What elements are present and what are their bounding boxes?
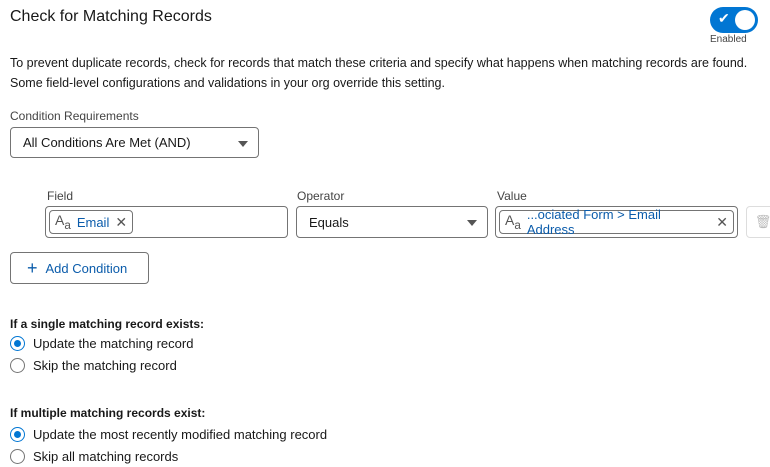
multiple-match-heading: If multiple matching records exist: [10,406,206,420]
pill-label: Email [76,214,110,230]
text-type-icon: Aa [505,212,521,232]
value-pill: Aa ...ociated Form > Email Address ✕ [499,207,734,237]
radio-label: Update the matching record [33,336,194,351]
operator-select[interactable]: Equals [296,206,488,238]
remove-icon[interactable]: ✕ [115,214,127,231]
chevron-down-icon [467,220,477,226]
text-type-icon: Aa [55,212,71,232]
condition-requirements-label: Condition Requirements [10,109,139,123]
button-label: Add Condition [45,260,128,276]
remove-icon[interactable]: ✕ [716,214,728,231]
operator-label: Operator [297,189,345,203]
value-label: Value [497,189,527,203]
field-label: Field [47,189,74,203]
condition-requirements-select[interactable]: All Conditions Are Met (AND) [10,127,259,158]
chevron-down-icon [238,141,248,147]
field-input[interactable]: Aa Email ✕ [45,206,288,238]
delete-condition-button[interactable]: 🗑 [746,206,770,238]
description: To prevent duplicate records, check for … [10,56,748,90]
radio-label: Update the most recently modified matchi… [33,427,328,442]
toggle-label: Enabled [710,34,747,45]
radio-label: Skip all matching records [33,449,179,464]
enabled-toggle[interactable]: ✔ [710,7,758,33]
radio-update-most-recent[interactable]: Update the most recently modified matchi… [10,427,327,442]
radio-skip-matching[interactable]: Skip the matching record [10,358,177,373]
section-title: Check for Matching Records [10,8,212,25]
check-icon: ✔ [718,10,730,26]
trash-icon: 🗑 [754,214,770,229]
pill-label: ...ociated Form > Email Address [526,207,661,237]
field-pill: Aa Email ✕ [49,210,134,234]
selected-value: Equals [309,215,349,230]
radio-update-matching[interactable]: Update the matching record [10,336,193,351]
value-input[interactable]: Aa ...ociated Form > Email Address ✕ [495,206,738,238]
radio-label: Skip the matching record [33,358,177,373]
radio-skip-all[interactable]: Skip all matching records [10,449,178,464]
add-condition-button[interactable]: + Add Condition [10,252,149,284]
single-match-heading: If a single matching record exists: [10,317,205,331]
plus-icon: + [27,257,38,278]
selected-value: All Conditions Are Met (AND) [23,135,191,150]
